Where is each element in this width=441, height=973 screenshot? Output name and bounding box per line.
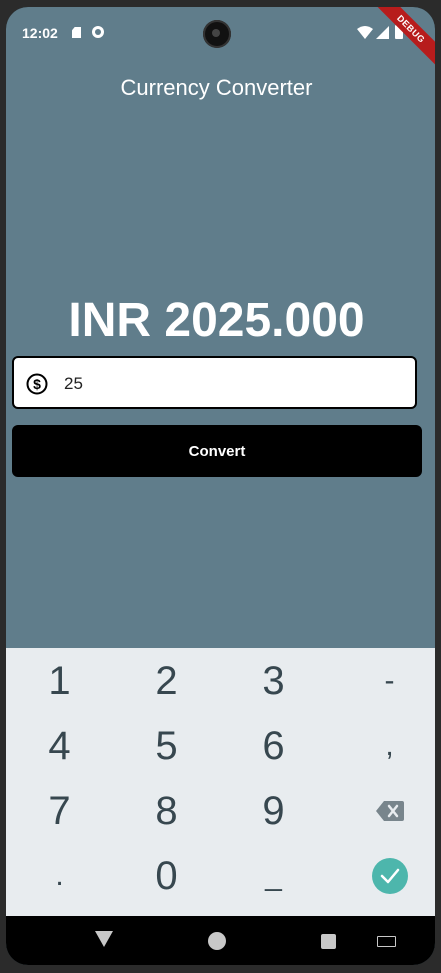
status-bar: 12:02 DEBUG	[6, 7, 435, 71]
checkmark-icon	[380, 868, 399, 884]
key-comma[interactable]: ,	[336, 714, 435, 778]
signal-icon	[376, 26, 389, 39]
key-2[interactable]: 2	[113, 649, 220, 713]
app-title: Currency Converter	[120, 75, 313, 100]
amount-value[interactable]: 25	[64, 374, 83, 394]
key-7[interactable]: 7	[6, 779, 113, 843]
key-0[interactable]: 0	[113, 844, 220, 908]
conversion-result: INR 2025.000	[68, 294, 365, 347]
key-1[interactable]: 1	[6, 649, 113, 713]
nav-back-icon[interactable]	[95, 931, 113, 947]
status-time: 12:02	[22, 25, 58, 41]
dollar-icon: $	[26, 373, 48, 395]
front-camera	[203, 20, 231, 48]
done-key[interactable]	[336, 844, 435, 908]
nav-recents-icon[interactable]	[321, 934, 336, 949]
key-3[interactable]: 3	[220, 649, 327, 713]
key-4[interactable]: 4	[6, 714, 113, 778]
nav-home-icon[interactable]	[208, 932, 226, 950]
key-6[interactable]: 6	[220, 714, 327, 778]
sd-card-icon	[72, 27, 81, 38]
key-9[interactable]: 9	[220, 779, 327, 843]
key-minus[interactable]: -	[336, 649, 435, 713]
convert-button[interactable]: Convert	[12, 425, 422, 477]
done-key-circle	[371, 858, 408, 894]
key-period[interactable]: .	[6, 844, 113, 908]
backspace-icon	[375, 801, 404, 821]
key-space[interactable]: _	[220, 844, 327, 908]
device-frame: 12:02 DEBUG Currency Converter INR 2025.…	[6, 7, 435, 965]
key-8[interactable]: 8	[113, 779, 220, 843]
keyboard-switch-icon[interactable]	[377, 936, 396, 947]
key-5[interactable]: 5	[113, 714, 220, 778]
amount-input[interactable]: $ 25	[12, 356, 417, 409]
numeric-keyboard: 1 2 3 - 4 5 6 , 7 8 9 . 0 _	[6, 648, 435, 916]
app-screen: 12:02 DEBUG Currency Converter INR 2025.…	[6, 7, 435, 965]
svg-text:$: $	[33, 376, 41, 392]
navigation-bar	[6, 916, 435, 965]
notification-icon	[92, 26, 104, 38]
wifi-icon	[357, 26, 373, 39]
backspace-key[interactable]	[336, 779, 435, 843]
